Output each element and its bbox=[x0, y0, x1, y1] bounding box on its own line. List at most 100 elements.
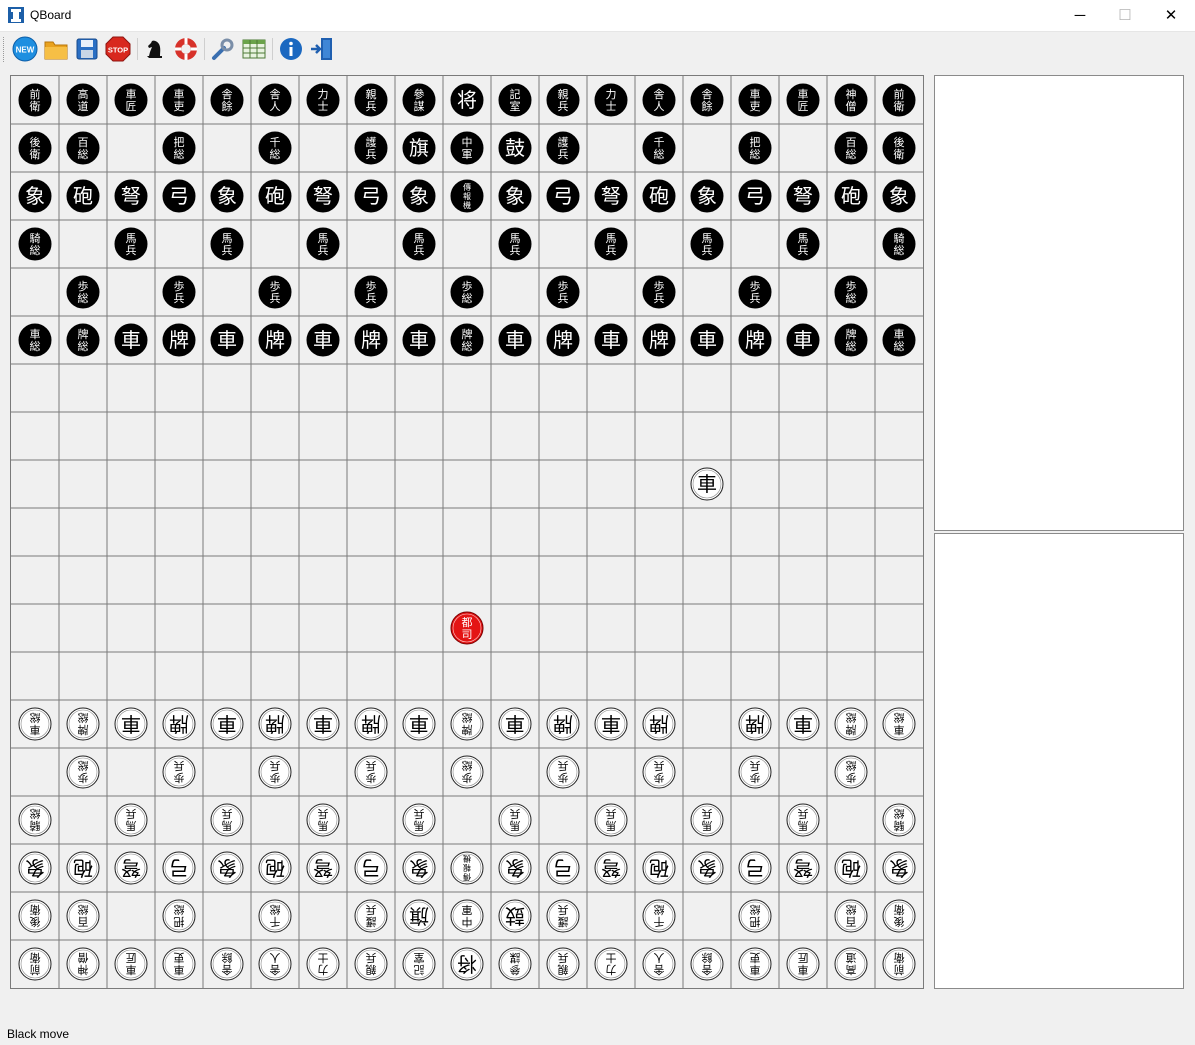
white-piece[interactable]: 百総 bbox=[66, 899, 100, 933]
black-piece[interactable]: 歩総 bbox=[834, 275, 868, 309]
white-piece[interactable]: 歩兵 bbox=[258, 755, 292, 789]
black-piece[interactable]: 砲 bbox=[258, 179, 292, 213]
white-piece[interactable]: 舎人 bbox=[258, 947, 292, 981]
table-button[interactable] bbox=[241, 36, 267, 62]
black-piece[interactable]: 歩兵 bbox=[738, 275, 772, 309]
toolbar-grip[interactable] bbox=[3, 37, 6, 62]
white-piece[interactable]: 馬兵 bbox=[114, 803, 148, 837]
black-piece[interactable]: 馬兵 bbox=[594, 227, 628, 261]
white-piece[interactable]: 将 bbox=[450, 947, 484, 981]
black-piece[interactable]: 馬兵 bbox=[498, 227, 532, 261]
black-piece[interactable]: 護兵 bbox=[354, 131, 388, 165]
black-piece[interactable]: 歩兵 bbox=[642, 275, 676, 309]
white-piece[interactable]: 牌 bbox=[162, 707, 196, 741]
black-piece[interactable]: 前衛 bbox=[18, 83, 52, 117]
white-piece[interactable]: 千総 bbox=[258, 899, 292, 933]
black-piece[interactable]: 舎人 bbox=[642, 83, 676, 117]
black-piece[interactable]: 象 bbox=[690, 179, 724, 213]
black-piece[interactable]: 牌 bbox=[642, 323, 676, 357]
white-piece[interactable]: 象 bbox=[210, 851, 244, 885]
black-piece[interactable]: 歩兵 bbox=[258, 275, 292, 309]
black-piece[interactable]: 馬兵 bbox=[402, 227, 436, 261]
black-piece[interactable]: 千総 bbox=[642, 131, 676, 165]
white-piece[interactable]: 牌 bbox=[738, 707, 772, 741]
black-piece[interactable]: 砲 bbox=[66, 179, 100, 213]
close-button[interactable]: ✕ bbox=[1148, 0, 1194, 31]
black-piece[interactable]: 車 bbox=[594, 323, 628, 357]
white-piece[interactable]: 砲 bbox=[66, 851, 100, 885]
black-piece[interactable]: 中軍 bbox=[450, 131, 484, 165]
red-piece[interactable]: 都司 bbox=[450, 611, 484, 645]
white-piece[interactable]: 弩 bbox=[786, 851, 820, 885]
black-piece[interactable]: 歩兵 bbox=[162, 275, 196, 309]
black-piece[interactable]: 百総 bbox=[834, 131, 868, 165]
black-piece[interactable]: 象 bbox=[498, 179, 532, 213]
save-button[interactable] bbox=[74, 36, 100, 62]
white-piece[interactable]: 騎総 bbox=[882, 803, 916, 837]
black-piece[interactable]: 象 bbox=[882, 179, 916, 213]
black-piece[interactable]: 車匠 bbox=[114, 83, 148, 117]
white-piece[interactable]: 牌 bbox=[258, 707, 292, 741]
black-piece[interactable]: 弓 bbox=[354, 179, 388, 213]
white-piece[interactable]: 把総 bbox=[162, 899, 196, 933]
black-piece[interactable]: 馬兵 bbox=[786, 227, 820, 261]
game-board[interactable]: 前衛 高道 車匠 車吏 舎餘 舎人 力士 親兵 參謀将記室 親兵 力士 舎人 舎餘 車吏 車匠 神僧 前衛 後衛百… bbox=[10, 75, 924, 989]
black-piece[interactable]: 牌 bbox=[162, 323, 196, 357]
white-piece[interactable]: 歩兵 bbox=[354, 755, 388, 789]
black-piece[interactable]: 象 bbox=[18, 179, 52, 213]
black-piece[interactable]: 舎人 bbox=[258, 83, 292, 117]
black-piece[interactable]: 牌総 bbox=[450, 323, 484, 357]
white-piece[interactable]: 護兵 bbox=[354, 899, 388, 933]
black-piece[interactable]: 親兵 bbox=[546, 83, 580, 117]
about-button[interactable] bbox=[278, 36, 304, 62]
white-piece[interactable]: 鼓 bbox=[498, 899, 532, 933]
white-piece[interactable]: 護兵 bbox=[546, 899, 580, 933]
white-piece[interactable]: 車総 bbox=[18, 707, 52, 741]
black-piece[interactable]: 弩 bbox=[306, 179, 340, 213]
white-piece[interactable]: 舎人 bbox=[642, 947, 676, 981]
black-piece[interactable]: 車 bbox=[498, 323, 532, 357]
white-piece[interactable]: 象 bbox=[498, 851, 532, 885]
white-piece[interactable]: 馬兵 bbox=[306, 803, 340, 837]
white-piece[interactable]: 馬兵 bbox=[210, 803, 244, 837]
black-piece[interactable]: 把総 bbox=[738, 131, 772, 165]
move-list-panel[interactable] bbox=[934, 75, 1184, 531]
white-piece[interactable]: 歩兵 bbox=[642, 755, 676, 789]
black-piece[interactable]: 百総 bbox=[66, 131, 100, 165]
white-piece[interactable]: 車吏 bbox=[162, 947, 196, 981]
black-piece[interactable]: 騎総 bbox=[18, 227, 52, 261]
black-piece[interactable]: 弓 bbox=[738, 179, 772, 213]
white-piece[interactable]: 歩総 bbox=[450, 755, 484, 789]
white-piece[interactable]: 弓 bbox=[162, 851, 196, 885]
black-piece[interactable]: 舎餘 bbox=[210, 83, 244, 117]
white-piece[interactable]: 車匠 bbox=[114, 947, 148, 981]
white-piece[interactable]: 牌総 bbox=[834, 707, 868, 741]
black-piece[interactable]: 弓 bbox=[162, 179, 196, 213]
black-piece[interactable]: 車 bbox=[306, 323, 340, 357]
white-piece[interactable]: 馬兵 bbox=[402, 803, 436, 837]
black-piece[interactable]: 車総 bbox=[18, 323, 52, 357]
black-piece[interactable]: 弩 bbox=[594, 179, 628, 213]
black-piece[interactable]: 後衛 bbox=[882, 131, 916, 165]
white-piece[interactable]: 參謀 bbox=[498, 947, 532, 981]
white-piece[interactable]: 牌総 bbox=[66, 707, 100, 741]
black-piece[interactable]: 把総 bbox=[162, 131, 196, 165]
black-piece[interactable]: 力士 bbox=[306, 83, 340, 117]
white-piece[interactable]: 歩兵 bbox=[738, 755, 772, 789]
info-panel[interactable] bbox=[934, 533, 1184, 989]
white-piece[interactable]: 馬兵 bbox=[690, 803, 724, 837]
white-piece[interactable]: 車 bbox=[498, 707, 532, 741]
white-piece[interactable]: 舎餘 bbox=[210, 947, 244, 981]
white-piece[interactable]: 傳報機 bbox=[450, 851, 484, 885]
black-piece[interactable]: 馬兵 bbox=[210, 227, 244, 261]
white-piece[interactable]: 象 bbox=[402, 851, 436, 885]
exit-button[interactable] bbox=[309, 36, 335, 62]
black-piece[interactable]: 車 bbox=[786, 323, 820, 357]
black-piece[interactable]: 力士 bbox=[594, 83, 628, 117]
black-piece[interactable]: 牌総 bbox=[834, 323, 868, 357]
white-piece[interactable]: 象 bbox=[882, 851, 916, 885]
black-piece[interactable]: 舎餘 bbox=[690, 83, 724, 117]
white-piece[interactable]: 前衛 bbox=[882, 947, 916, 981]
black-piece[interactable]: 牌 bbox=[258, 323, 292, 357]
settings-button[interactable] bbox=[210, 36, 236, 62]
